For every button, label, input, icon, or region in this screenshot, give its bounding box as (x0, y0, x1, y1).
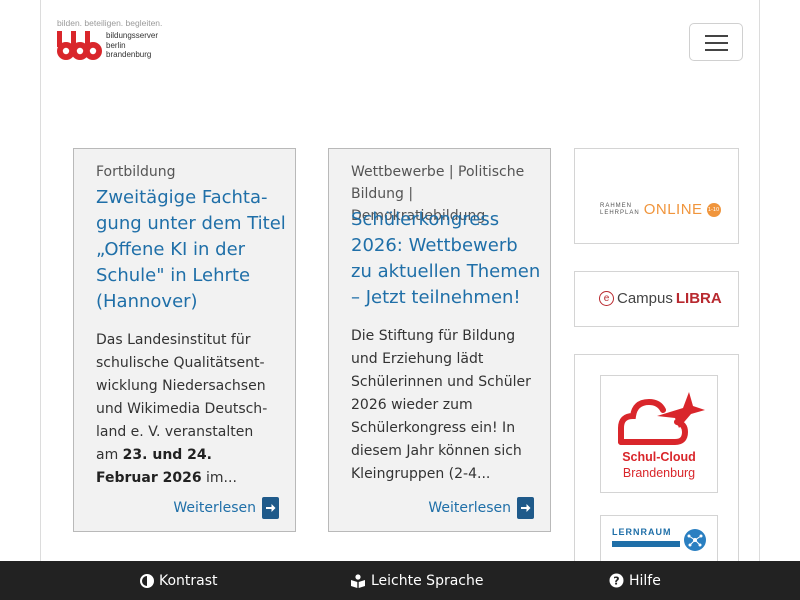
partner-links-box: Schul-Cloud Brandenburg LERNRAUM (574, 354, 739, 565)
card-title-link[interactable]: Schülerkongress 2026: Wettbewerb zu aktu… (351, 207, 541, 311)
logo-wordmark: bildungsserver berlin brandenburg (106, 31, 158, 60)
rlp-small-line-2: LEHRPLAN (600, 209, 640, 216)
hamburger-icon (705, 42, 728, 44)
read-more-label: Weiterlesen (428, 500, 511, 516)
network-globe-icon (684, 529, 706, 551)
card-teaser-text: Das Landesinstitut für schulische Qualit… (96, 332, 268, 463)
card-title-link[interactable]: Zweitägige Fachta­gung unter dem Titel „… (96, 185, 286, 315)
rlp-online-text: ONLINE (643, 201, 703, 218)
logo-tagline: bilden. beteiligen. begleiten. (57, 18, 163, 28)
bbb-logo-mark-icon (57, 31, 102, 60)
question-circle-icon: ? (609, 573, 624, 588)
contrast-button[interactable]: Kontrast (140, 561, 218, 600)
help-label: Hilfe (629, 572, 661, 589)
rahmenlehrplan-logo: RAHMEN LEHRPLAN ONLINE 1-10 (600, 201, 721, 218)
card-teaser: Das Landesinstitut für schulische Qualit… (96, 329, 278, 490)
hamburger-icon (705, 49, 728, 51)
schul-cloud-title: Schul-Cloud (622, 450, 696, 464)
read-more-label: Weiterlesen (173, 500, 256, 516)
card-teaser-tail: im... (201, 470, 237, 486)
contrast-icon (140, 573, 154, 588)
schul-cloud-subtitle: Brandenburg (622, 466, 696, 480)
svg-text:?: ? (613, 575, 619, 588)
menu-toggle-button[interactable] (689, 23, 743, 61)
lernraum-bar (612, 541, 680, 547)
rahmenlehrplan-online-link[interactable]: RAHMEN LEHRPLAN ONLINE 1-10 (574, 148, 739, 244)
libra-text: LIBRA (675, 290, 722, 307)
lernraum-berlin-link[interactable]: LERNRAUM (600, 515, 718, 565)
book-reader-icon (351, 573, 365, 588)
logo-line-1: bildungsserver (106, 31, 159, 40)
logo-line-2: berlin (106, 40, 126, 50)
ecampus-text: Campus (617, 290, 673, 307)
lernraum-title: LERNRAUM (612, 527, 672, 537)
read-more-link[interactable]: Weiterlesen (428, 497, 534, 519)
arrow-right-icon (262, 497, 279, 519)
arrow-right-icon (517, 497, 534, 519)
card-teaser: Die Stiftung für Bildung und Erziehung l… (351, 328, 531, 482)
contrast-label: Kontrast (159, 572, 218, 589)
rlp-small-text: RAHMEN LEHRPLAN (600, 203, 640, 217)
read-more-link[interactable]: Weiterlesen (173, 497, 279, 519)
schul-cloud-link[interactable]: Schul-Cloud Brandenburg (600, 375, 718, 493)
news-card: Fortbildung Zweitägige Fachta­gung unter… (73, 148, 296, 532)
rlp-small-line-1: RAHMEN (600, 202, 633, 209)
hamburger-icon (705, 35, 728, 37)
card-category[interactable]: Fortbildung (96, 161, 286, 183)
accessibility-bar: Kontrast Leichte Sprache ? Hilfe (0, 561, 800, 600)
help-button[interactable]: ? Hilfe (609, 561, 661, 600)
easy-language-button[interactable]: Leichte Sprache (350, 561, 483, 600)
ecampus-e-icon: e (599, 291, 614, 306)
news-card: Wettbewerbe | Politische Bildung | Demok… (328, 148, 551, 532)
cloud-bird-icon (618, 392, 705, 445)
rlp-badge: 1-10 (706, 202, 721, 217)
bildungsserver-logo[interactable]: bilden. beteiligen. begleiten. bildungss… (57, 18, 167, 64)
easy-language-label: Leichte Sprache (371, 572, 484, 589)
ecampus-libra-link[interactable]: e Campus LIBRA (574, 271, 739, 327)
ecampus-libra-logo: e Campus LIBRA (599, 290, 722, 307)
logo-line-3: brandenburg (106, 50, 152, 59)
